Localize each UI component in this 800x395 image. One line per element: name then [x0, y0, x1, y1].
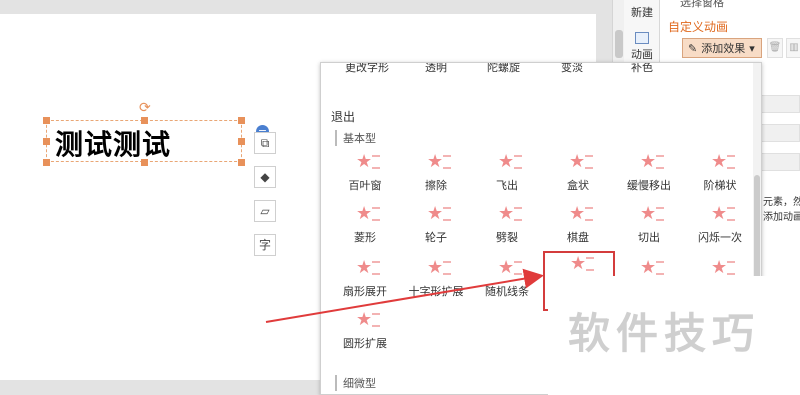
annotation-arrow: [265, 268, 544, 323]
